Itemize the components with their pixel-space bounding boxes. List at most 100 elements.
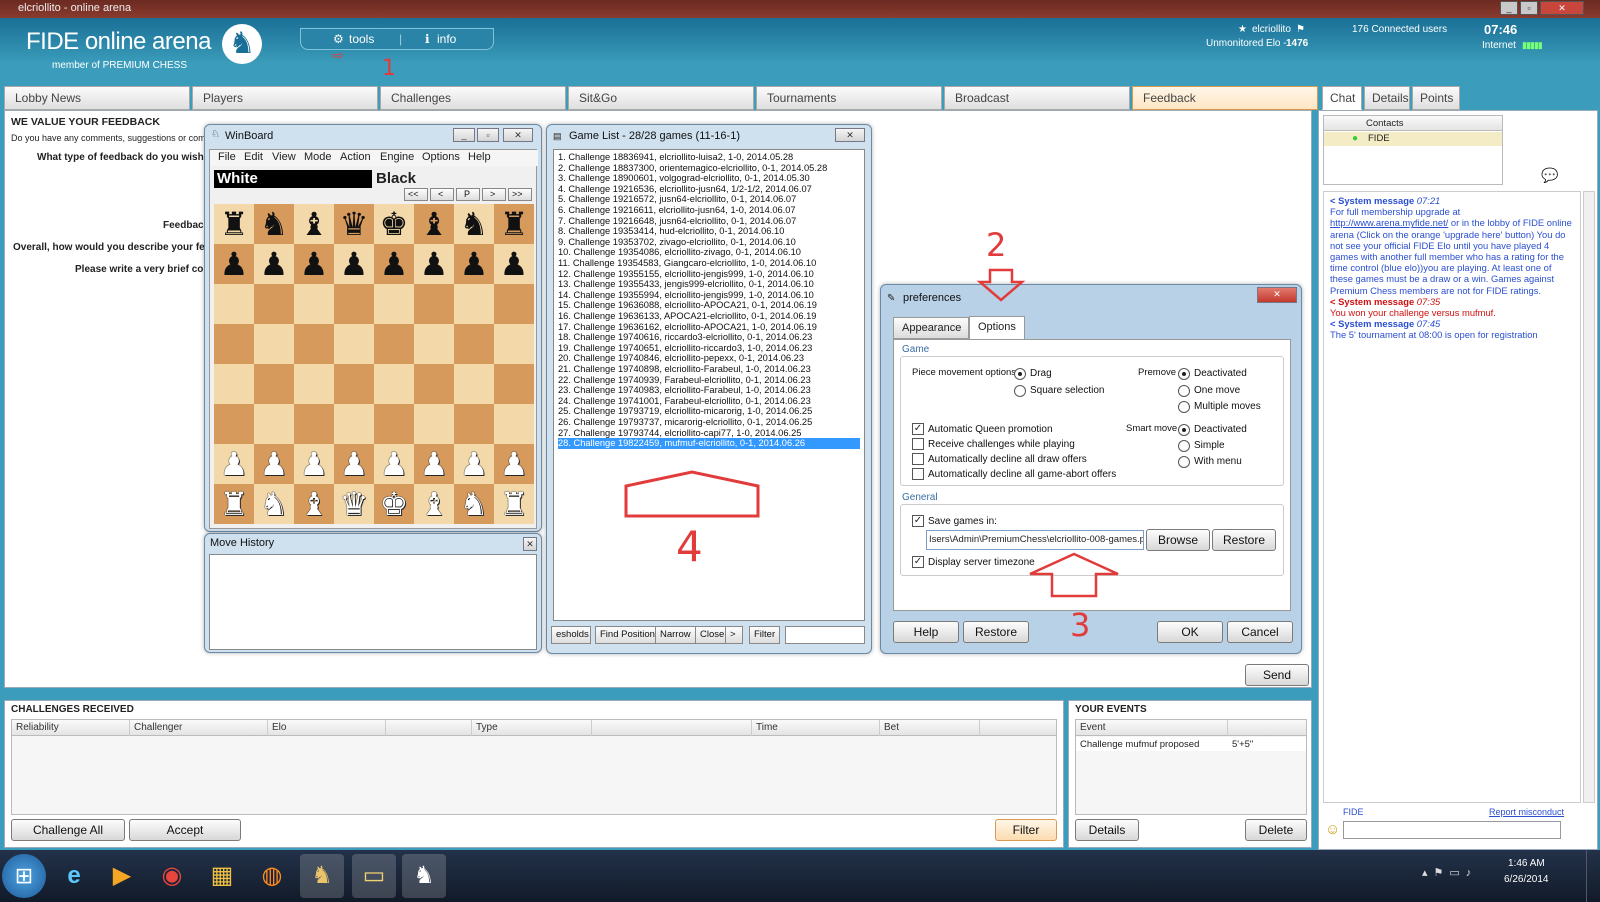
- board-square[interactable]: ♟: [334, 444, 374, 484]
- chat-input[interactable]: [1343, 821, 1561, 839]
- board-square[interactable]: [334, 364, 374, 404]
- board-square[interactable]: ♝: [414, 484, 454, 524]
- board-square[interactable]: ♟: [254, 444, 294, 484]
- board-square[interactable]: ♟: [214, 444, 254, 484]
- list-item[interactable]: 2. Challenge 18837300, orientemagico-elc…: [558, 163, 827, 174]
- queen-promotion-checkbox[interactable]: ✓: [912, 423, 924, 435]
- board-square[interactable]: [374, 364, 414, 404]
- minimize-button[interactable]: _: [1500, 1, 1518, 15]
- board-square[interactable]: [254, 324, 294, 364]
- board-square[interactable]: [494, 284, 534, 324]
- list-item[interactable]: 12. Challenge 19355155, elcriollito-jeng…: [558, 269, 814, 280]
- list-item[interactable]: 25. Challenge 19793719, elcriollito-mica…: [558, 406, 812, 417]
- smart-simple-radio[interactable]: [1178, 440, 1190, 452]
- winboard-close[interactable]: ✕: [503, 128, 533, 142]
- chat-link[interactable]: http://www.arena.myfide.net/: [1330, 217, 1448, 228]
- list-item[interactable]: 22. Challenge 19740939, Farabeul-elcriol…: [558, 375, 811, 386]
- list-item[interactable]: 26. Challenge 19793737, micarorig-elcrio…: [558, 417, 812, 428]
- move-history-list[interactable]: [209, 554, 537, 650]
- list-item[interactable]: 27. Challenge 19793744, elcriollito-capi…: [558, 428, 801, 439]
- list-item[interactable]: 19. Challenge 19740651, elcriollito-ricc…: [558, 343, 812, 354]
- display-timezone-checkbox[interactable]: ✓: [912, 556, 924, 568]
- save-games-checkbox[interactable]: ✓: [912, 515, 924, 527]
- chess-piece-icon[interactable]: ♟: [380, 445, 409, 483]
- board-square[interactable]: [254, 404, 294, 444]
- board-square[interactable]: [334, 404, 374, 444]
- list-item[interactable]: 4. Challenge 19216536, elcriollito-jusn6…: [558, 184, 812, 195]
- move-history-close[interactable]: ✕: [523, 537, 537, 551]
- tab-sitgo[interactable]: Sit&Go: [568, 86, 754, 110]
- board-square[interactable]: ♝: [414, 204, 454, 244]
- chess-board[interactable]: ♜ ♞ ♝ ♛ ♚ ♝ ♞ ♜ ♟ ♟ ♟ ♟ ♟ ♟ ♟ ♟ ♟ ♟ ♟ ♟ ♟ ♟ ♟ ♟ ♜ ♞ ♝ ♛ ♚ ♝ ♞ ♜: [214, 204, 534, 524]
- chess-piece-icon[interactable]: ♜: [500, 205, 529, 243]
- chess-piece-icon[interactable]: ♞: [460, 485, 489, 523]
- list-item[interactable]: 7. Challenge 19216648, jusn64-elcriollit…: [558, 216, 796, 227]
- board-square[interactable]: [334, 284, 374, 324]
- contact-row[interactable]: ● FIDE: [1324, 132, 1502, 146]
- filter-challenges-button[interactable]: Filter: [995, 819, 1057, 841]
- cancel-button[interactable]: Cancel: [1227, 621, 1293, 643]
- board-square[interactable]: [414, 324, 454, 364]
- next-button[interactable]: >: [725, 626, 743, 644]
- chess-piece-icon[interactable]: ♟: [500, 245, 529, 283]
- board-square[interactable]: [454, 284, 494, 324]
- restore-defaults-button[interactable]: Restore: [963, 621, 1029, 643]
- decline-abort-checkbox[interactable]: [912, 468, 924, 480]
- board-square[interactable]: ♜: [214, 484, 254, 524]
- board-square[interactable]: ♟: [294, 244, 334, 284]
- winboard-minimize[interactable]: _: [453, 128, 475, 142]
- board-square[interactable]: [214, 284, 254, 324]
- chat-bubble-icon[interactable]: 💬: [1541, 167, 1558, 184]
- tab-lobby-news[interactable]: Lobby News: [4, 86, 190, 110]
- tab-options[interactable]: Options: [969, 316, 1025, 340]
- list-item[interactable]: 1. Challenge 18836941, elcriollito-luisa…: [558, 152, 793, 163]
- board-square[interactable]: [494, 324, 534, 364]
- list-item[interactable]: 11. Challenge 19354583, Giangcaro-elcrio…: [558, 258, 816, 269]
- menu-engine[interactable]: Engine: [380, 151, 414, 163]
- board-square[interactable]: ♟: [494, 444, 534, 484]
- board-square[interactable]: ♝: [294, 484, 334, 524]
- list-item[interactable]: 8. Challenge 19353414, hud-elcriollito, …: [558, 226, 784, 237]
- list-item[interactable]: 28. Challenge 19822459, mufmuf-elcriolli…: [558, 438, 860, 449]
- thresholds-button[interactable]: esholds: [551, 626, 591, 644]
- list-item[interactable]: 10. Challenge 19354086, elcriollito-ziva…: [558, 247, 801, 258]
- details-button[interactable]: Details: [1075, 819, 1139, 841]
- chess-piece-icon[interactable]: ♟: [220, 245, 249, 283]
- chess-piece-icon[interactable]: ♜: [220, 485, 249, 523]
- chess-piece-icon[interactable]: ♟: [300, 245, 329, 283]
- show-desktop-button[interactable]: [1586, 850, 1600, 902]
- board-square[interactable]: [414, 364, 454, 404]
- chess-piece-icon[interactable]: ♟: [420, 445, 449, 483]
- list-item[interactable]: 17. Challenge 19636162, elcriollito-APOC…: [558, 322, 817, 333]
- list-item[interactable]: 21. Challenge 19740898, elcriollito-Fara…: [558, 364, 811, 375]
- chess-piece-icon[interactable]: ♜: [500, 485, 529, 523]
- decline-draw-checkbox[interactable]: [912, 453, 924, 465]
- list-item[interactable]: 5. Challenge 19216572, jusn64-elcriollit…: [558, 194, 796, 205]
- internet-explorer-icon[interactable]: e: [52, 854, 96, 898]
- list-item[interactable]: 18. Challenge 19740616, riccardo3-elcrio…: [558, 332, 812, 343]
- square-selection-radio[interactable]: [1014, 385, 1026, 397]
- board-square[interactable]: [454, 404, 494, 444]
- board-square[interactable]: ♟: [414, 444, 454, 484]
- board-square[interactable]: [374, 404, 414, 444]
- menu-view[interactable]: View: [272, 151, 296, 163]
- list-item[interactable]: 23. Challenge 19740983, elcriollito-Fara…: [558, 385, 811, 396]
- events-table[interactable]: Event Challenge mufmuf proposed 5'+5": [1075, 719, 1307, 815]
- premove-one-radio[interactable]: [1178, 385, 1190, 397]
- tab-points[interactable]: Points: [1412, 86, 1460, 110]
- nav-first-button[interactable]: <<: [404, 188, 428, 201]
- board-square[interactable]: ♚: [374, 204, 414, 244]
- restore-path-button[interactable]: Restore: [1212, 529, 1276, 551]
- board-square[interactable]: ♚: [374, 484, 414, 524]
- col-time[interactable]: Time: [752, 720, 880, 736]
- col-challenger[interactable]: Challenger: [130, 720, 268, 736]
- col-elo[interactable]: Elo: [268, 720, 386, 736]
- smart-deactivated-radio[interactable]: [1178, 424, 1190, 436]
- smart-menu-radio[interactable]: [1178, 456, 1190, 468]
- tab-chat[interactable]: Chat: [1322, 86, 1362, 110]
- nav-last-button[interactable]: >>: [508, 188, 532, 201]
- board-square[interactable]: [214, 404, 254, 444]
- game-list-close[interactable]: ✕: [835, 128, 865, 142]
- tab-details[interactable]: Details: [1364, 86, 1410, 110]
- chess-piece-icon[interactable]: ♟: [340, 445, 369, 483]
